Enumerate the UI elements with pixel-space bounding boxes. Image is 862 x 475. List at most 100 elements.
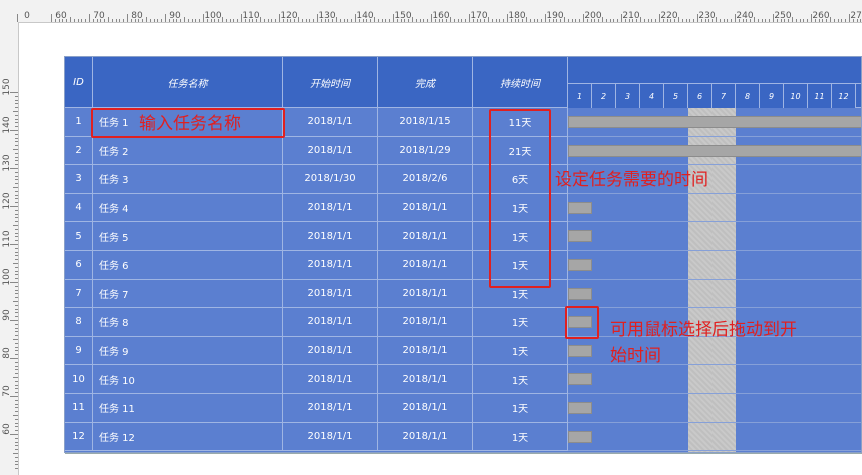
cell-finish[interactable]: 2018/1/1: [378, 251, 473, 280]
cell-name[interactable]: 任务 10: [93, 365, 283, 394]
ruler-minor-tick: [385, 19, 387, 22]
ruler-minor-tick: [15, 145, 18, 147]
cell-id[interactable]: 6: [65, 251, 93, 280]
cell-start[interactable]: 2018/1/1: [283, 336, 378, 366]
duration-hint-annotation: 设定任务需要的时间: [555, 170, 708, 190]
task-bar[interactable]: [568, 230, 592, 243]
cell-name[interactable]: 任务 12: [93, 422, 283, 452]
cell-name[interactable]: 任务 3: [93, 165, 283, 194]
ruler-minor-tick: [560, 19, 562, 22]
ruler-minor-tick: [13, 339, 18, 340]
task-bar[interactable]: [568, 287, 592, 300]
cell-start[interactable]: 2018/1/1: [283, 222, 378, 251]
cell-finish[interactable]: 2018/2/6: [378, 165, 473, 194]
cell-start[interactable]: 2018/1/30: [283, 165, 378, 194]
task-bar[interactable]: [568, 116, 861, 128]
cell-id[interactable]: 12: [65, 422, 93, 452]
ruler-minor-tick: [15, 213, 18, 215]
ruler-minor-tick: [434, 19, 436, 22]
cell-duration[interactable]: 1天: [473, 365, 568, 394]
ruler-minor-tick: [598, 19, 600, 22]
cell-duration[interactable]: 1天: [473, 336, 568, 366]
ruler-minor-tick: [15, 297, 18, 299]
task-bar[interactable]: [568, 430, 592, 443]
cell-id[interactable]: 10: [65, 365, 93, 394]
cell-start[interactable]: 2018/1/1: [283, 251, 378, 280]
ruler-minor-tick: [719, 19, 721, 22]
ruler-label: 0: [24, 11, 30, 21]
ruler-minor-tick: [746, 19, 748, 22]
ruler-minor-tick: [594, 19, 596, 22]
cell-name[interactable]: 任务 6: [93, 251, 283, 280]
cell-id[interactable]: 5: [65, 222, 93, 251]
task-bar[interactable]: [568, 402, 592, 414]
cell-start[interactable]: 2018/1/1: [283, 279, 378, 309]
cell-name[interactable]: 任务 7: [93, 279, 283, 309]
cell-finish[interactable]: 2018/1/1: [378, 279, 473, 309]
ruler-minor-tick: [15, 247, 18, 249]
cell-name[interactable]: 任务 2: [93, 136, 283, 166]
cell-id[interactable]: 7: [65, 279, 93, 309]
ruler-minor-tick: [343, 19, 345, 22]
ruler-minor-tick: [199, 19, 201, 22]
cell-start[interactable]: 2018/1/1: [283, 308, 378, 337]
cell-duration[interactable]: 1天: [473, 394, 568, 423]
ruler-minor-tick: [522, 19, 524, 22]
cell-finish[interactable]: 2018/1/1: [378, 394, 473, 423]
cell-start[interactable]: 2018/1/1: [283, 394, 378, 423]
task-bar[interactable]: [568, 144, 861, 157]
task-bar[interactable]: [568, 344, 592, 357]
cell-name[interactable]: 任务 9: [93, 336, 283, 366]
task-bar[interactable]: [568, 259, 592, 271]
cell-start[interactable]: 2018/1/1: [283, 108, 378, 137]
ruler-minor-tick: [795, 19, 797, 22]
day-header: 3: [616, 84, 640, 108]
task-bar[interactable]: [568, 373, 592, 386]
ruler-minor-tick: [605, 19, 607, 22]
cell-finish[interactable]: 2018/1/1: [378, 336, 473, 366]
task-bar[interactable]: [568, 201, 592, 214]
cell-duration[interactable]: 1天: [473, 308, 568, 337]
cell-id[interactable]: 9: [65, 336, 93, 366]
cell-name[interactable]: 任务 4: [93, 193, 283, 223]
cell-id[interactable]: 3: [65, 165, 93, 194]
cell-start[interactable]: 2018/1/1: [283, 422, 378, 452]
cell-id[interactable]: 2: [65, 136, 93, 166]
ruler-minor-tick: [267, 19, 269, 22]
ruler-minor-tick: [237, 19, 239, 22]
cell-finish[interactable]: 2018/1/1: [378, 308, 473, 337]
cell-start[interactable]: 2018/1/1: [283, 193, 378, 223]
ruler-minor-tick: [814, 19, 816, 22]
cell-finish[interactable]: 2018/1/29: [378, 136, 473, 166]
cell-start[interactable]: 2018/1/1: [283, 136, 378, 166]
ruler-minor-tick: [389, 19, 391, 22]
ruler-minor-tick: [180, 19, 182, 22]
cell-name[interactable]: 任务 8: [93, 308, 283, 337]
cell-start[interactable]: 2018/1/1: [283, 365, 378, 394]
name-hint-annotation: 输入任务名称: [139, 114, 241, 134]
cell-finish[interactable]: 2018/1/1: [378, 422, 473, 452]
ruler-minor-tick: [552, 19, 554, 22]
ruler-minor-tick: [860, 19, 862, 22]
ruler-minor-tick: [510, 19, 512, 22]
cell-id[interactable]: 11: [65, 394, 93, 423]
ruler-minor-tick: [15, 259, 18, 261]
ruler-minor-tick: [415, 19, 417, 22]
cell-id[interactable]: 4: [65, 193, 93, 223]
cell-finish[interactable]: 2018/1/1: [378, 193, 473, 223]
timeline-body[interactable]: [568, 108, 861, 452]
cell-duration[interactable]: 1天: [473, 422, 568, 452]
cell-name[interactable]: 任务 5: [93, 222, 283, 251]
ruler-minor-tick: [13, 453, 18, 454]
cell-finish[interactable]: 2018/1/1: [378, 222, 473, 251]
ruler-minor-tick: [15, 152, 18, 154]
cell-id[interactable]: 8: [65, 308, 93, 337]
ruler-minor-tick: [339, 19, 341, 22]
ruler-minor-tick: [15, 107, 18, 109]
cell-finish[interactable]: 2018/1/1: [378, 365, 473, 394]
ruler-label: 80: [131, 11, 143, 21]
cell-finish[interactable]: 2018/1/15: [378, 108, 473, 137]
cell-id[interactable]: 1: [65, 108, 93, 137]
ruler-minor-tick: [419, 19, 421, 22]
cell-name[interactable]: 任务 11: [93, 394, 283, 423]
